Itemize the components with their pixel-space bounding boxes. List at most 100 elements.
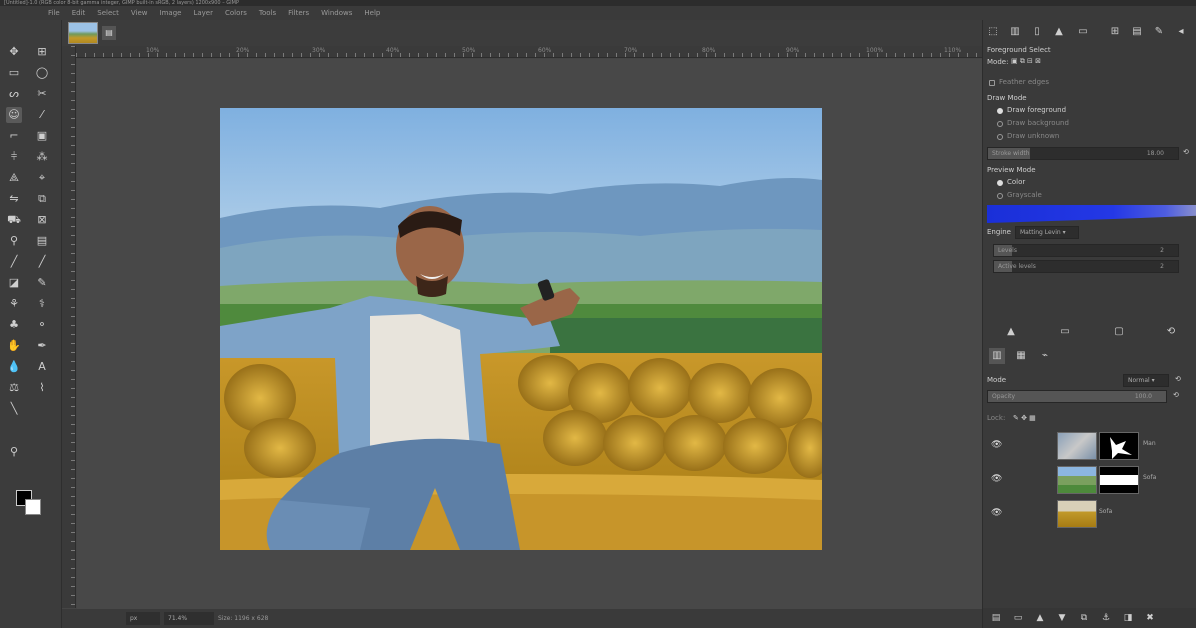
eraser-icon[interactable]: ◪: [6, 275, 22, 291]
menu-image[interactable]: Image: [154, 6, 188, 20]
mask-color-swatch[interactable]: [987, 205, 1196, 223]
delete-layer-icon[interactable]: ✖: [1143, 611, 1157, 625]
duplicate-layer-icon[interactable]: ⧉: [1077, 611, 1091, 625]
paths-tab-icon[interactable]: ⌁: [1037, 348, 1053, 364]
gradient-icon[interactable]: ⊠: [34, 212, 50, 228]
handle-transform-icon[interactable]: ⁂: [34, 149, 50, 165]
brushes-tab-icon[interactable]: ⊞: [1107, 24, 1123, 40]
text-icon[interactable]: A: [34, 359, 50, 375]
lower-layer-icon[interactable]: ▼: [1055, 611, 1069, 625]
menu-file[interactable]: File: [42, 6, 66, 20]
measure-icon[interactable]: ⚖: [6, 380, 22, 396]
menu-tools[interactable]: Tools: [253, 6, 282, 20]
cage-transform-icon[interactable]: ⧉: [34, 191, 50, 207]
paths-icon[interactable]: ⌇: [34, 380, 50, 396]
cage-icon[interactable]: ⟁: [6, 170, 22, 186]
dock-menu-icon[interactable]: ◂: [1173, 24, 1189, 40]
bucket-fill-icon[interactable]: ⛟: [6, 212, 22, 228]
layer-mode-select[interactable]: Normal ▾: [1123, 374, 1169, 387]
layer-mode-reset-icon[interactable]: ⟲: [1175, 375, 1181, 383]
menu-colors[interactable]: Colors: [219, 6, 253, 20]
menu-help[interactable]: Help: [358, 6, 386, 20]
paintbrush-icon[interactable]: ⚲: [6, 233, 22, 249]
smudge-icon[interactable]: ♣: [6, 317, 22, 333]
image-tab-thumbnail[interactable]: [68, 22, 98, 44]
vertical-ruler[interactable]: [62, 46, 76, 608]
fg-bg-colors[interactable]: [16, 490, 44, 516]
color-picker-icon[interactable]: 💧: [6, 359, 22, 375]
path-icon[interactable]: ✒: [34, 338, 50, 354]
foreground-select-icon[interactable]: ☺: [6, 107, 22, 123]
fonts-tab-icon[interactable]: ▭: [1075, 24, 1091, 40]
menu-windows[interactable]: Windows: [315, 6, 358, 20]
background-color[interactable]: [25, 499, 41, 515]
layer-row[interactable]: 👁 Man: [985, 430, 1193, 462]
mode-buttons[interactable]: ▣ ⧉ ⊟ ⊠: [1011, 57, 1071, 66]
zoom-icon[interactable]: ⚲: [6, 444, 22, 460]
reset-icon[interactable]: ⟲: [1183, 148, 1189, 156]
dodge-icon[interactable]: ✋: [6, 338, 22, 354]
align-icon[interactable]: ⊞: [34, 44, 50, 60]
opacity-slider[interactable]: Opacity 100.0: [987, 390, 1167, 403]
preview-color-radio[interactable]: [997, 180, 1003, 186]
draw-unknown-radio[interactable]: [997, 134, 1003, 140]
restore-preset-icon[interactable]: ▭: [1057, 324, 1073, 340]
canvas-area[interactable]: [77, 59, 982, 609]
scissors-icon[interactable]: ✂: [34, 86, 50, 102]
blur-icon[interactable]: ⚬: [34, 317, 50, 333]
menu-select[interactable]: Select: [91, 6, 125, 20]
close-icon[interactable]: ▤: [102, 26, 116, 40]
antialias-checkbox[interactable]: [989, 80, 995, 86]
reset-options-icon[interactable]: ⟲: [1163, 324, 1179, 340]
free-select-icon[interactable]: ᔕ: [6, 86, 22, 102]
draw-background-radio[interactable]: [997, 121, 1003, 127]
rect-select-icon[interactable]: ▭: [6, 65, 22, 81]
airbrush-icon[interactable]: ╱: [6, 254, 22, 270]
clone-icon[interactable]: ⚘: [6, 296, 22, 312]
draw-foreground-radio[interactable]: [997, 108, 1003, 114]
heal-icon[interactable]: ⚕: [34, 296, 50, 312]
mask-icon[interactable]: ◨: [1121, 611, 1135, 625]
gradients-tab-icon[interactable]: ✎: [1151, 24, 1167, 40]
active-levels-slider[interactable]: Active levels 2: [993, 260, 1179, 273]
horizontal-ruler[interactable]: 10% 20% 30% 40% 50% 60% 70% 80% 90% 100%…: [76, 46, 982, 58]
delete-preset-icon[interactable]: ▢: [1111, 324, 1127, 340]
new-group-icon[interactable]: ▭: [1011, 611, 1025, 625]
undo-history-tab-icon[interactable]: ▯: [1029, 24, 1045, 40]
save-preset-icon[interactable]: ▲: [1003, 324, 1019, 340]
flip-icon[interactable]: ⇋: [6, 191, 22, 207]
zoom-select[interactable]: 71.4%: [164, 612, 214, 625]
crop-icon[interactable]: ⌐: [6, 128, 22, 144]
layer-row[interactable]: 👁 Sofa: [985, 498, 1193, 530]
anchor-icon[interactable]: ⚓: [1099, 611, 1113, 625]
warp-icon[interactable]: ⫩: [6, 149, 22, 165]
unified-transform-icon[interactable]: ▣: [34, 128, 50, 144]
visibility-eye-icon[interactable]: 👁: [991, 508, 1002, 518]
images-tab-icon[interactable]: ▲: [1051, 24, 1067, 40]
fuzzy-select-icon[interactable]: ⁄: [34, 107, 50, 123]
stroke-width-slider[interactable]: Stroke width 18.00: [987, 147, 1179, 160]
unit-select[interactable]: px: [126, 612, 160, 625]
new-layer-icon[interactable]: ▤: [989, 611, 1003, 625]
opacity-reset-icon[interactable]: ⟲: [1173, 391, 1179, 399]
tool-options-tab-icon[interactable]: ⬚: [985, 24, 1001, 40]
zoom-tool-icon[interactable]: ╲: [6, 401, 22, 417]
menu-layer[interactable]: Layer: [187, 6, 219, 20]
visibility-eye-icon[interactable]: 👁: [991, 474, 1002, 484]
menu-edit[interactable]: Edit: [66, 6, 92, 20]
preview-grayscale-radio[interactable]: [997, 193, 1003, 199]
perspective-icon[interactable]: ⌖: [34, 170, 50, 186]
ellipse-select-icon[interactable]: ◯: [34, 65, 50, 81]
image-canvas[interactable]: [220, 108, 822, 550]
menu-filters[interactable]: Filters: [282, 6, 315, 20]
device-status-tab-icon[interactable]: ▥: [1007, 24, 1023, 40]
raise-layer-icon[interactable]: ▲: [1033, 611, 1047, 625]
lock-icons[interactable]: ✎ ✥ ▦: [1013, 414, 1036, 422]
menu-view[interactable]: View: [125, 6, 154, 20]
engine-select[interactable]: Matting Levin ▾: [1015, 226, 1079, 239]
mypaint-icon[interactable]: ✎: [34, 275, 50, 291]
layer-row[interactable]: 👁 Sofa: [985, 464, 1193, 496]
ink-icon[interactable]: ╱: [34, 254, 50, 270]
patterns-tab-icon[interactable]: ▤: [1129, 24, 1145, 40]
channels-tab-icon[interactable]: ▦: [1013, 348, 1029, 364]
